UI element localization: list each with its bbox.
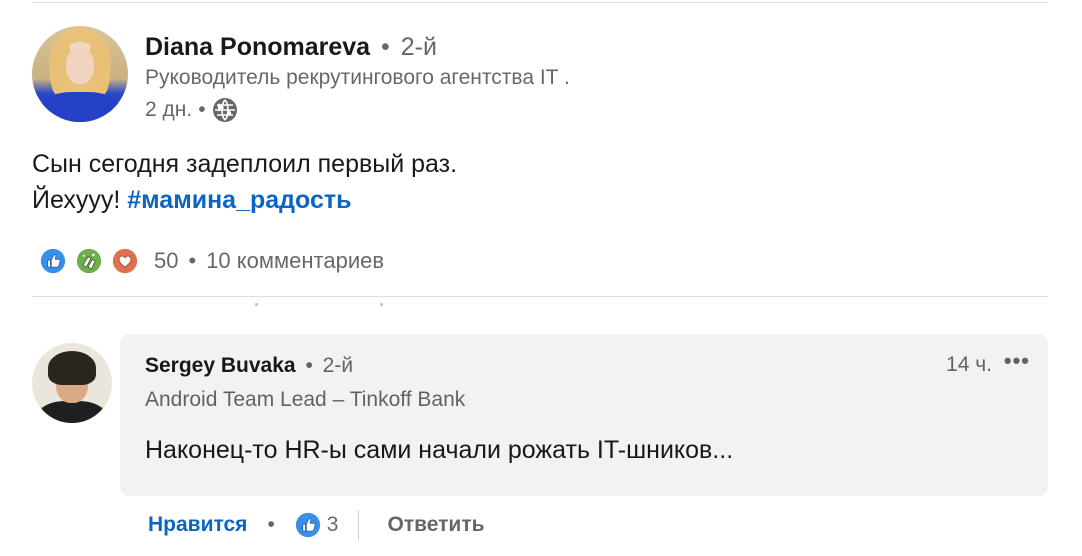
action-divider: [358, 510, 360, 540]
post-time: 2 дн.: [145, 98, 193, 121]
separator-dot: •: [305, 354, 313, 377]
love-icon: [110, 246, 140, 276]
separator-dot: •: [198, 98, 206, 121]
post-text: Сын сегодня задеплоил первый раз. Йехууу…: [32, 146, 457, 218]
reactions-bar[interactable]: 50 • 10 комментариев: [38, 246, 384, 276]
author-avatar[interactable]: [32, 26, 128, 122]
reaction-count[interactable]: 50: [154, 248, 178, 274]
comment-text: Наконец-то HR-ы сами начали рожать IT-шн…: [145, 436, 734, 464]
commenter-avatar[interactable]: [32, 343, 112, 423]
comment-time: 14 ч.: [946, 353, 992, 376]
comments-count[interactable]: 10 комментариев: [206, 248, 384, 274]
post-text-exclamation: Йехууу!: [32, 186, 121, 214]
like-icon: [38, 246, 68, 276]
author-headline: Руководитель рекрутингового агентства IT…: [145, 66, 570, 89]
separator-dot: •: [188, 248, 197, 273]
author-line: Diana Ponomareva • 2-й: [145, 31, 437, 63]
comment-box: Sergey Buvaka • 2-й Android Team Lead – …: [120, 334, 1048, 496]
divider-marks: [255, 303, 385, 307]
separator-dot: •: [381, 33, 390, 61]
commenter-name[interactable]: Sergey Buvaka: [145, 354, 296, 377]
top-divider: [32, 2, 1048, 3]
reply-button[interactable]: Ответить: [387, 513, 484, 537]
celebrate-icon: [74, 246, 104, 276]
like-button[interactable]: Нравится: [148, 513, 247, 537]
like-count[interactable]: 3: [327, 513, 339, 537]
like-icon[interactable]: [292, 510, 323, 540]
post-text-line: Сын сегодня задеплоил первый раз.: [32, 150, 458, 178]
separator-dot: •: [267, 513, 275, 536]
author-name[interactable]: Diana Ponomareva: [145, 33, 370, 61]
commenter-line: Sergey Buvaka • 2-й: [145, 354, 353, 378]
globe-icon: [212, 97, 238, 123]
comment-actions: Нравится • 3 Ответить: [148, 510, 485, 540]
commenter-headline: Android Team Lead – Tinkoff Bank: [145, 388, 466, 411]
hashtag-link[interactable]: #мамина_радость: [127, 186, 351, 214]
post-meta: 2 дн. •: [145, 97, 238, 123]
post-text-line: Йехууу! #мамина_радость: [32, 182, 457, 218]
connection-degree: 2-й: [322, 354, 354, 377]
connection-degree: 2-й: [400, 33, 437, 61]
divider: [32, 296, 1048, 297]
more-options-icon[interactable]: •••: [1004, 348, 1030, 374]
